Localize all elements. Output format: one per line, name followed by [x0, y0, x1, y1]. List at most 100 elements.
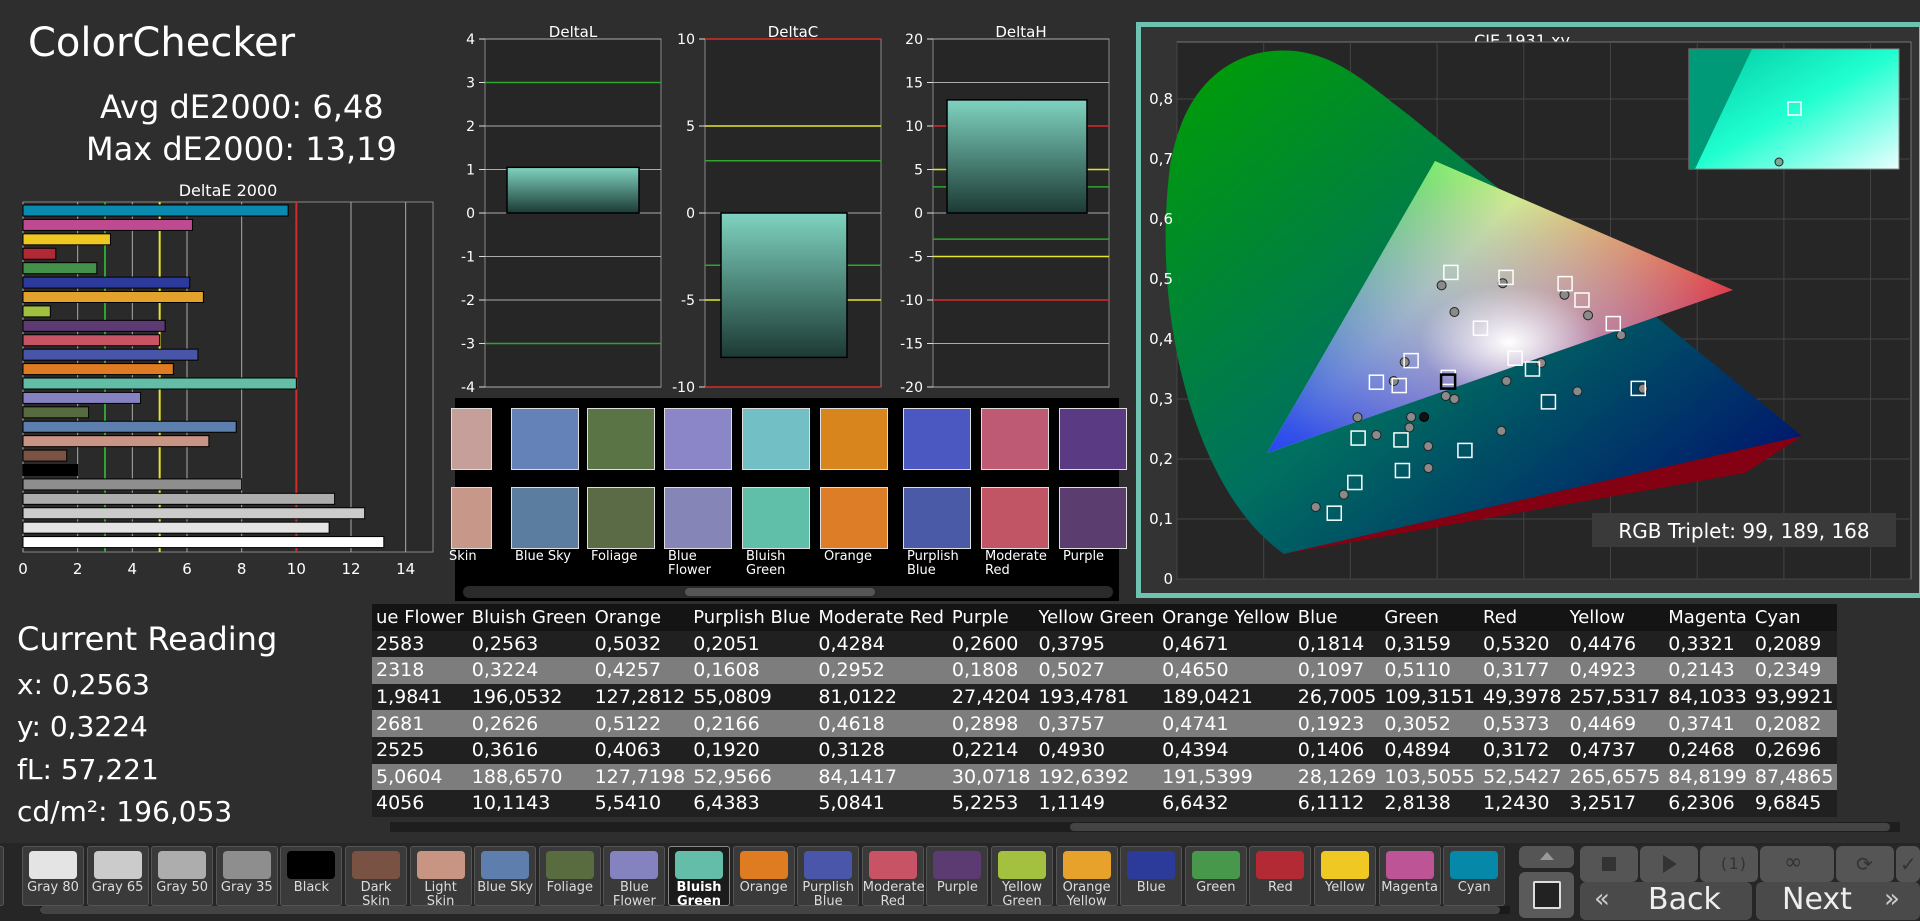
swatch-button[interactable]: Foliage [538, 846, 601, 906]
swatch-button[interactable]: Gray 80 [22, 846, 84, 906]
swatch-button[interactable]: Red [1249, 846, 1312, 906]
deltae-bar [22, 334, 161, 347]
max-de-label: Max dE2000: 13,19 [86, 130, 397, 168]
delta-tick-label: 3 [466, 76, 475, 92]
swatch-button[interactable]: Light Skin [409, 846, 472, 909]
table-cell: 49,3978 [1479, 683, 1566, 711]
table-cell: 0,2696 [1750, 736, 1838, 764]
table-cell: 84,8199 [1664, 763, 1751, 791]
column-header[interactable]: Orange [590, 604, 690, 631]
swatch-button[interactable]: Black [280, 846, 343, 906]
swatch-label: Blue Sky [515, 549, 571, 564]
delta-tick-label: 5 [686, 119, 695, 135]
swatch-button[interactable]: Moderate Red [861, 846, 925, 909]
delta-charts: DeltaL43210-1-2-3-4DeltaC1050-5-10DeltaH… [461, 26, 1110, 396]
column-header[interactable]: Magenta [1664, 604, 1751, 631]
measured-point [1352, 412, 1363, 423]
column-header[interactable]: ue Flower [372, 604, 468, 631]
swatch-button[interactable]: Purple [926, 846, 989, 906]
swatch-button[interactable]: Dark Skin [345, 846, 407, 909]
measured-point [1406, 412, 1417, 422]
swatch-button[interactable]: Blue Sky [474, 846, 537, 906]
stop-square-button[interactable] [1580, 846, 1638, 882]
column-header[interactable]: Red [1479, 604, 1566, 631]
loop-infinite-button[interactable]: ∞ [1760, 846, 1834, 882]
refresh-button[interactable]: ⟳ [1836, 846, 1894, 882]
next-button[interactable]: Next » [1756, 882, 1920, 920]
table-cell: 5,0604 [372, 763, 468, 791]
table-cell: 84,1033 [1664, 683, 1751, 711]
table-cell: 5,0841 [814, 790, 948, 817]
column-header[interactable]: Orange Yellow [1158, 604, 1294, 631]
swatch-button-white[interactable] [0, 846, 4, 906]
table-hscrollbar[interactable] [390, 822, 1900, 832]
confirm-button[interactable]: ✓ [1896, 846, 1920, 882]
deltae-bar [22, 204, 289, 217]
swatch-chip [1256, 851, 1305, 879]
swatch-panel-scrollbar[interactable] [463, 586, 1113, 598]
back-button[interactable]: « Back [1580, 882, 1752, 920]
measured-swatch [587, 487, 655, 549]
play-button[interactable] [1640, 846, 1698, 882]
column-header[interactable]: Purple [947, 604, 1035, 631]
column-header[interactable]: Moderate Red [814, 604, 948, 631]
reading-cd: cd/m²: 196,053 [17, 795, 233, 828]
delta-tick-label: 5 [914, 163, 923, 179]
measured-swatch [820, 487, 888, 549]
column-header[interactable]: Bluish Green [467, 604, 591, 631]
swatch-button[interactable]: Yellow Green [991, 846, 1053, 909]
measured-point [1583, 310, 1594, 321]
swatch-button-label: Dark Skin [360, 880, 392, 909]
table-cell: 0,2349 [1750, 657, 1838, 684]
swatch-button[interactable]: Cyan [1443, 846, 1506, 906]
column-header[interactable]: Green [1380, 604, 1480, 631]
swatch-button[interactable]: Gray 50 [151, 846, 214, 906]
target-swatch [587, 408, 655, 470]
table-cell: 0,1923 [1293, 710, 1381, 737]
swatch-button[interactable]: Gray 35 [215, 846, 278, 906]
scroll-up-button[interactable] [1519, 846, 1574, 868]
table-cell: 0,5027 [1034, 657, 1159, 684]
table-cell: 0,4476 [1565, 630, 1665, 658]
table-cell: 0,3321 [1664, 630, 1751, 658]
table-row: 2525 0,3616 0,4063 0,1920 0,3128 0,2214 0,4930… [372, 736, 1838, 764]
swatch-button[interactable]: Magenta [1378, 846, 1441, 906]
table-cell: 0,4671 [1158, 630, 1294, 658]
column-header[interactable]: Blue [1293, 604, 1381, 631]
swatch-button[interactable]: Blue Flower [603, 846, 666, 909]
measured-point [1423, 463, 1434, 473]
swatch-button[interactable]: Green [1184, 846, 1247, 906]
swatch-chip [998, 851, 1046, 879]
delta-tick-label: 0 [914, 206, 923, 222]
swatch-button[interactable]: Yellow [1314, 846, 1376, 906]
column-header[interactable]: Yellow Green [1034, 604, 1159, 631]
swatch-button[interactable]: Blue [1120, 846, 1183, 906]
loop-one-button[interactable]: (1) [1700, 846, 1758, 882]
table-cell: 0,3052 [1380, 710, 1480, 737]
swatch-button[interactable]: Gray 65 [86, 846, 149, 906]
table-cell: 0,5320 [1479, 630, 1566, 658]
swatch-button[interactable]: Orange Yellow [1055, 846, 1118, 909]
column-header[interactable]: Purplish Blue [689, 604, 815, 631]
table-cell: 0,3224 [467, 657, 591, 684]
table-cell: 0,3757 [1034, 710, 1159, 737]
swatch-label: Purple [1063, 549, 1105, 564]
cie-y-tick: 0 [1163, 570, 1173, 588]
table-cell: 2318 [372, 657, 468, 684]
swatch-button[interactable]: Orange [732, 846, 795, 906]
swatch-button[interactable]: Bluish Green [668, 846, 730, 909]
deltae-bar [22, 291, 204, 303]
swatch-button-label: Orange Yellow [1062, 880, 1111, 909]
table-cell: 0,5032 [590, 630, 690, 658]
swatch-label: Skin [449, 549, 477, 564]
column-header[interactable]: Yellow [1565, 604, 1665, 631]
delta-tick-label: 10 [677, 32, 695, 48]
stop-button[interactable] [1519, 872, 1574, 918]
swatch-bar-scrollbar[interactable] [40, 906, 1510, 914]
target-swatch [981, 408, 1049, 470]
measured-point [1338, 489, 1349, 500]
measured-swatch [451, 487, 492, 549]
table-cell: 0,3616 [467, 736, 591, 764]
column-header[interactable]: Cyan [1750, 604, 1838, 631]
swatch-button[interactable]: Purplish Blue [797, 846, 860, 909]
